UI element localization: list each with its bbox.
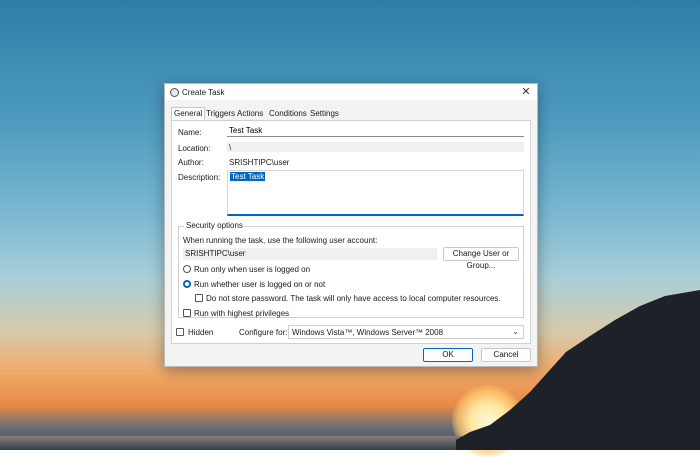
clock-icon [170,88,179,97]
radio-whether-logged-on[interactable] [183,280,191,288]
security-options-group: Security options When running the task, … [178,221,524,318]
author-label: Author: [178,158,204,167]
no-store-password-label: Do not store password. The task will onl… [206,294,501,303]
location-label: Location: [178,144,211,153]
configure-for-value: Windows Vista™, Windows Server™ 2008 [292,328,444,337]
tab-conditions[interactable]: Conditions [267,108,309,120]
configure-for-label: Configure for: [239,328,288,337]
description-textarea[interactable]: Test Task [227,170,524,216]
hidden-label: Hidden [188,328,214,337]
tab-actions[interactable]: Actions [235,108,265,120]
tab-triggers[interactable]: Triggers [204,108,237,120]
general-tab-panel: Name: Location: \ Author: SRISHTIPC\user… [171,120,531,344]
account-prompt: When running the task, use the following… [183,236,378,245]
title-bar: Create Task ✕ [165,84,537,100]
change-user-button[interactable]: Change User or Group... [443,247,519,270]
tab-settings[interactable]: Settings [308,108,341,120]
create-task-dialog: Create Task ✕ General Triggers Actions C… [164,83,538,367]
user-account-field: SRISHTIPC\user [183,248,437,260]
cancel-button[interactable]: Cancel [481,348,531,362]
window-title: Create Task [182,88,225,97]
configure-for-dropdown[interactable]: Windows Vista™, Windows Server™ 2008 ⌄ [288,325,524,339]
highest-privileges-label: Run with highest privileges [194,309,290,318]
name-label: Name: [178,128,202,137]
location-value: \ [227,142,524,152]
ok-button[interactable]: OK [423,348,473,362]
name-input[interactable] [227,125,524,137]
hidden-checkbox[interactable] [176,328,184,336]
description-selected-text: Test Task [230,172,266,181]
author-value: SRISHTIPC\user [229,158,290,167]
radio-whether-label: Run whether user is logged on or not [194,280,326,289]
security-options-title: Security options [184,221,245,230]
description-label: Description: [178,173,221,182]
chevron-down-icon: ⌄ [512,327,519,336]
radio-logged-on-label: Run only when user is logged on [194,265,311,274]
close-button[interactable]: ✕ [518,85,534,99]
no-store-password-checkbox[interactable] [195,294,203,302]
tab-general[interactable]: General [171,107,206,121]
highest-privileges-checkbox[interactable] [183,309,191,317]
radio-logged-on[interactable] [183,265,191,273]
